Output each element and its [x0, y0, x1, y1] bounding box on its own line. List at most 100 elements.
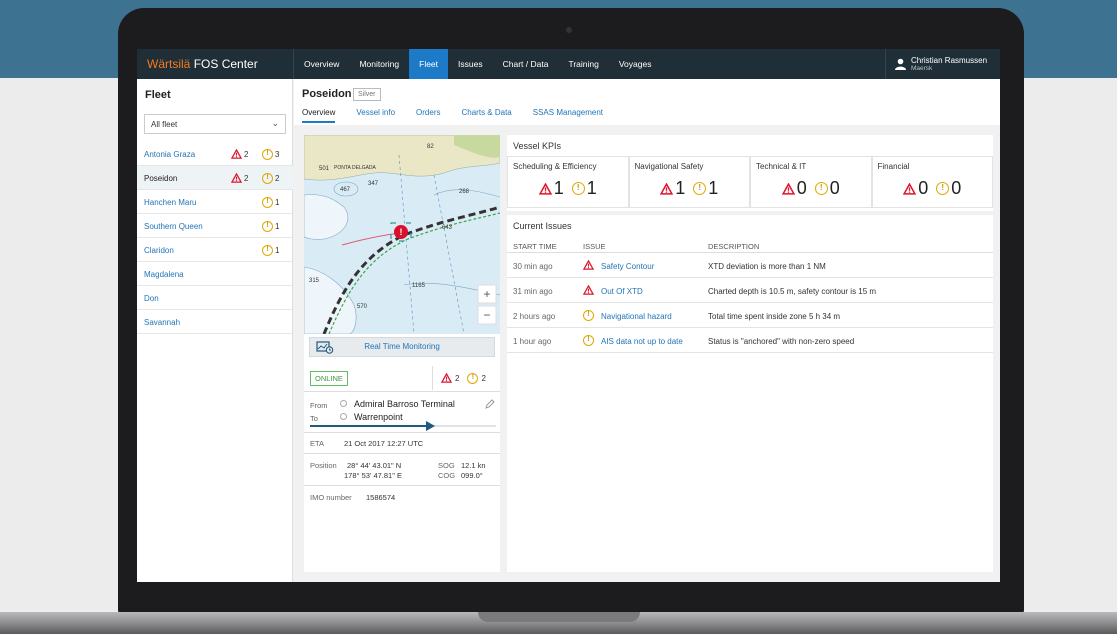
vessel-item-southern-queen[interactable]: Southern Queen ! 1 — [137, 214, 293, 238]
nav-issues[interactable]: Issues — [448, 49, 493, 79]
kpi-values: 0 ! 0 — [751, 178, 871, 199]
warning-count: ! 2 — [262, 173, 279, 184]
eta-value: 21 Oct 2017 12:27 UTC — [344, 439, 424, 448]
nav-fleet[interactable]: Fleet — [409, 49, 449, 79]
user-organization: Maersk — [911, 65, 933, 72]
tab-vessel-info[interactable]: Vessel info — [356, 108, 395, 123]
vessel-name: Antonia Graza — [144, 150, 196, 159]
warning-count: ! 1 — [262, 197, 279, 208]
kpi-scheduling-efficiency[interactable]: Scheduling & Efficiency 1 ! 1 — [507, 156, 629, 208]
imo-label: IMO number — [310, 493, 352, 502]
kpi-alarm-value: 0 — [918, 178, 929, 198]
plus-icon: + — [483, 287, 490, 301]
kpi-navigational-safety[interactable]: Navigational Safety 1 ! 1 — [628, 156, 750, 208]
sog-label: SOG — [438, 461, 455, 470]
vessel-name: Poseidon — [144, 174, 178, 183]
kpi-values: 1 ! 1 — [630, 178, 750, 199]
kpi-financial[interactable]: Financial 0 ! 0 — [871, 156, 993, 208]
position-label: Position — [310, 461, 337, 470]
issue-description: Status is "anchored" with non-zero speed — [708, 337, 855, 346]
vessel-item-claridon[interactable]: Claridon ! 1 — [137, 238, 293, 262]
issue-link[interactable]: AIS data not up to date — [601, 337, 683, 346]
vessel-title: Poseidon — [302, 88, 352, 100]
issue-link[interactable]: Safety Contour — [601, 262, 654, 271]
vessel-item-don[interactable]: Don — [137, 286, 293, 310]
kpi-label: Navigational Safety — [634, 162, 704, 171]
vessel-name: Savannah — [144, 318, 181, 327]
fleet-sidebar: Fleet All fleet ⌄ Antonia Graza 2 ! 3 Po… — [137, 79, 293, 582]
kpi-warning-value: 1 — [586, 178, 597, 198]
warning-count-value: 1 — [275, 198, 280, 207]
brand-logo[interactable]: Wärtsilä FOS Center — [147, 57, 258, 71]
app-screen: Wärtsilä FOS Center Overview Monitoring … — [137, 49, 1000, 582]
table-row[interactable]: 2 hours ago ! Navigational hazard Total … — [507, 304, 993, 328]
nautical-chart[interactable]: 82 PONTA DELGADA 347 501 467 268 643 315… — [304, 135, 500, 334]
chart-graphic: 82 PONTA DELGADA 347 501 467 268 643 315… — [304, 135, 500, 334]
kpi-label: Financial — [877, 162, 910, 171]
real-time-monitoring-label: Real Time Monitoring — [364, 342, 440, 351]
map-label: 643 — [442, 225, 453, 231]
kpi-alarm-value: 1 — [675, 178, 686, 198]
table-row[interactable]: 30 min ago Safety Contour XTD deviation … — [507, 254, 993, 278]
alarm-triangle-icon — [441, 373, 452, 383]
vessel-issue-counts: 2 ! 2 — [432, 366, 500, 390]
vessel-item-magdalena[interactable]: Magdalena — [137, 262, 293, 286]
alarm-count-value: 2 — [244, 173, 249, 183]
tab-ssas-management[interactable]: SSAS Management — [533, 108, 603, 123]
vessel-list: Antonia Graza 2 ! 3 Poseidon 2 ! 2 Hanch… — [137, 142, 293, 334]
warning-circle-icon: ! — [693, 182, 707, 195]
warning-circle-icon: ! — [936, 182, 950, 195]
issue-description: Charted depth is 10.5 m, safety contour … — [708, 287, 877, 296]
nav-voyages[interactable]: Voyages — [609, 49, 662, 79]
voyage-progress-fill — [310, 425, 431, 427]
edit-pencil-icon[interactable] — [485, 399, 495, 409]
warning-count: ! 1 — [262, 245, 279, 256]
user-menu[interactable]: Christian Rasmussen Maersk — [885, 49, 1000, 79]
vessel-item-savannah[interactable]: Savannah — [137, 310, 293, 334]
table-row[interactable]: 1 hour ago ! AIS data not up to date Sta… — [507, 329, 993, 353]
kpi-warning-value: 0 — [829, 178, 840, 198]
vessel-item-antonia-graza[interactable]: Antonia Graza 2 ! 3 — [137, 142, 293, 166]
voyage-progress-bar — [310, 425, 496, 427]
tab-orders[interactable]: Orders — [416, 108, 440, 123]
cog-value: 099.0° — [461, 471, 483, 480]
alarm-triangle-icon — [583, 285, 594, 295]
table-row[interactable]: 31 min ago Out Of XTD Charted depth is 1… — [507, 279, 993, 303]
map-label: 570 — [357, 304, 368, 310]
kpi-panel-title: Vessel KPIs — [513, 141, 562, 151]
col-issue: ISSUE — [583, 242, 606, 251]
issue-link[interactable]: Out Of XTD — [601, 287, 643, 296]
vessel-alarm-mark: ! — [400, 227, 403, 237]
tab-charts-data[interactable]: Charts & Data — [462, 108, 512, 123]
warning-circle-icon: ! — [467, 372, 479, 384]
issue-link[interactable]: Navigational hazard — [601, 312, 672, 321]
warning-circle-icon: ! — [262, 197, 273, 208]
col-description: DESCRIPTION — [708, 242, 760, 251]
divider — [304, 432, 500, 433]
laptop-notch — [478, 612, 640, 622]
issues-table-header: START TIME ISSUE DESCRIPTION — [507, 240, 993, 253]
nav-overview[interactable]: Overview — [294, 49, 349, 79]
map-label: 82 — [427, 144, 434, 150]
vessel-name: Claridon — [144, 246, 174, 255]
vessel-item-hanchen-maru[interactable]: Hanchen Maru ! 1 — [137, 190, 293, 214]
real-time-monitoring-button[interactable]: Real Time Monitoring — [309, 337, 495, 357]
vessel-item-poseidon[interactable]: Poseidon 2 ! 2 — [137, 166, 293, 190]
nav-training[interactable]: Training — [558, 49, 608, 79]
alarm-triangle-icon — [231, 149, 242, 159]
alarm-triangle-icon — [231, 173, 242, 183]
voyage-progress-arrow-icon — [426, 421, 435, 431]
warning-circle-icon: ! — [262, 221, 273, 232]
nav-monitoring[interactable]: Monitoring — [349, 49, 409, 79]
kpi-technical-it[interactable]: Technical & IT 0 ! 0 — [750, 156, 872, 208]
nav-chart-data[interactable]: Chart / Data — [493, 49, 559, 79]
current-issues-panel: Current Issues START TIME ISSUE DESCRIPT… — [507, 215, 993, 572]
destination-pin-icon — [340, 413, 347, 420]
origin-port: Admiral Barroso Terminal — [354, 399, 455, 409]
vessel-header: Poseidon Silver Overview Vessel info Ord… — [294, 79, 1000, 125]
kpi-row: Scheduling & Efficiency 1 ! 1 Navigationa… — [507, 156, 993, 208]
fleet-filter-select[interactable]: All fleet ⌄ — [144, 114, 286, 134]
warning-circle-icon: ! — [571, 182, 585, 195]
tab-overview[interactable]: Overview — [302, 108, 336, 123]
sidebar-title: Fleet — [145, 89, 171, 101]
